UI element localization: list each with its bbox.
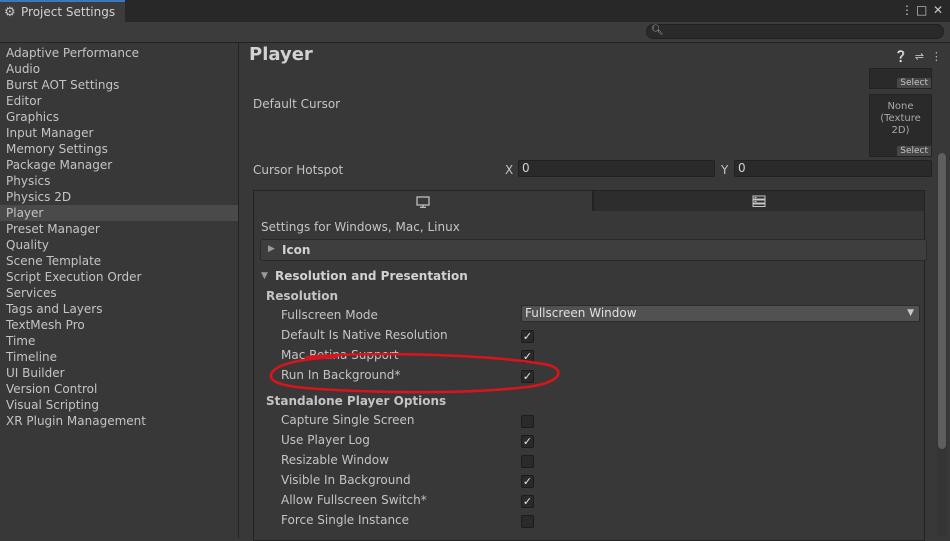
page-title: Player — [249, 44, 313, 65]
hotspot-x-label: X — [505, 163, 514, 177]
search-input[interactable]: 🔍︎ — [646, 24, 944, 39]
checkmark-icon: ✓ — [522, 435, 533, 448]
cursor-hotspot-label: Cursor Hotspot — [253, 163, 344, 177]
chevron-down-icon: ▼ — [907, 308, 914, 318]
tab-standalone[interactable] — [253, 190, 593, 212]
sidebar-item-input-manager[interactable]: Input Manager — [0, 125, 238, 141]
server-icon — [752, 195, 766, 207]
setting-label: Visible In Background — [281, 473, 411, 487]
fullscreen-mode-label: Fullscreen Mode — [281, 308, 378, 322]
sidebar-item-textmesh-pro[interactable]: TextMesh Pro — [0, 317, 238, 333]
desktop-icon — [416, 195, 430, 208]
settings-for-title: Settings for Windows, Mac, Linux — [261, 220, 460, 234]
sidebar-item-tags-and-layers[interactable]: Tags and Layers — [0, 301, 238, 317]
platform-settings-panel: Settings for Windows, Mac, Linux ▶ Icon … — [253, 211, 927, 541]
sidebar-item-timeline[interactable]: Timeline — [0, 349, 238, 365]
sidebar-item-xr-plugin-management[interactable]: XR Plugin Management — [0, 413, 238, 429]
setting-checkbox[interactable] — [521, 415, 534, 428]
checkmark-icon: ✓ — [522, 495, 533, 508]
setting-checkbox[interactable]: ✓ — [521, 350, 534, 363]
setting-checkbox[interactable]: ✓ — [521, 435, 534, 448]
sidebar-item-physics-2d[interactable]: Physics 2D — [0, 189, 238, 205]
scrollbar-thumb[interactable] — [938, 153, 946, 449]
setting-checkbox[interactable]: ✓ — [521, 495, 534, 508]
sidebar-item-memory-settings[interactable]: Memory Settings — [0, 141, 238, 157]
sidebar-item-scene-template[interactable]: Scene Template — [0, 253, 238, 269]
sidebar-item-visual-scripting[interactable]: Visual Scripting — [0, 397, 238, 413]
setting-checkbox[interactable] — [521, 515, 534, 528]
foldout-collapsed-icon: ▶ — [268, 244, 275, 254]
sidebar-item-services[interactable]: Services — [0, 285, 238, 301]
setting-label: Default Is Native Resolution — [281, 328, 448, 342]
setting-checkbox[interactable] — [521, 455, 534, 468]
icon-foldout[interactable]: ▶ Icon — [260, 239, 927, 261]
sidebar-item-quality[interactable]: Quality — [0, 237, 238, 253]
texture-thumbnail[interactable]: Select — [869, 68, 932, 89]
help-icon[interactable]: ❔ — [894, 50, 908, 63]
inspector-main: Player ❔ ⇌ ⋮ Select Default Cursor None(… — [239, 43, 950, 541]
setting-label: Capture Single Screen — [281, 413, 415, 427]
setting-label: Force Single Instance — [281, 513, 410, 527]
more-menu-icon[interactable]: ⋮ — [901, 3, 913, 17]
window-tabbar: ⚙ Project Settings ⋮ □ ✕ — [0, 0, 950, 23]
res-foldout-label: Resolution and Presentation — [275, 269, 468, 283]
sidebar-item-adaptive-performance[interactable]: Adaptive Performance — [0, 45, 238, 61]
sidebar-item-editor[interactable]: Editor — [0, 93, 238, 109]
tab-title: Project Settings — [21, 5, 116, 19]
cursor-texture-field[interactable]: None (Texture 2D) Select — [869, 94, 932, 157]
checkmark-icon: ✓ — [522, 370, 533, 383]
vertical-scrollbar[interactable] — [937, 153, 947, 536]
setting-label: Allow Fullscreen Switch* — [281, 493, 427, 507]
tab-dedicated-server[interactable] — [593, 190, 925, 212]
setting-label: Use Player Log — [281, 433, 370, 447]
search-icon: 🔍︎ — [651, 25, 664, 36]
gear-icon: ⚙ — [4, 4, 16, 20]
maximize-icon[interactable]: □ — [916, 3, 927, 17]
cursor-select-button[interactable]: Select — [897, 146, 931, 156]
hotspot-y-field[interactable]: 0 — [734, 160, 932, 177]
default-cursor-label: Default Cursor — [253, 97, 341, 111]
setting-checkbox[interactable]: ✓ — [521, 370, 534, 383]
sidebar-item-version-control[interactable]: Version Control — [0, 381, 238, 397]
cursor-texture-type: (Texture 2D) — [880, 113, 921, 136]
sidebar-item-burst-aot-settings[interactable]: Burst AOT Settings — [0, 77, 238, 93]
setting-label: Mac Retina Support — [281, 348, 399, 362]
select-button[interactable]: Select — [897, 78, 931, 88]
setting-checkbox[interactable]: ✓ — [521, 475, 534, 488]
settings-sidebar: Adaptive Performance Audio Burst AOT Setti… — [0, 43, 239, 538]
sidebar-item-time[interactable]: Time — [0, 333, 238, 349]
fullscreen-mode-value: Fullscreen Window — [525, 306, 637, 320]
sidebar-item-player[interactable]: Player — [0, 205, 238, 221]
sidebar-item-script-execution-order[interactable]: Script Execution Order — [0, 269, 238, 285]
setting-label: Resizable Window — [281, 453, 389, 467]
sidebar-item-preset-manager[interactable]: Preset Manager — [0, 221, 238, 237]
checkmark-icon: ✓ — [522, 475, 533, 488]
icon-foldout-label: Icon — [282, 243, 311, 257]
sidebar-item-package-manager[interactable]: Package Manager — [0, 157, 238, 173]
hotspot-y-label: Y — [721, 163, 729, 177]
more-icon[interactable]: ⋮ — [931, 50, 942, 63]
checkmark-icon: ✓ — [522, 350, 533, 363]
fullscreen-mode-dropdown[interactable]: Fullscreen Window ▼ — [521, 305, 920, 322]
sidebar-item-audio[interactable]: Audio — [0, 61, 238, 77]
toolbar: 🔍︎ — [0, 22, 950, 43]
setting-checkbox[interactable]: ✓ — [521, 330, 534, 343]
resolution-header: Resolution — [266, 289, 339, 303]
standalone-header: Standalone Player Options — [266, 394, 447, 408]
checkmark-icon: ✓ — [522, 330, 533, 343]
sidebar-item-physics[interactable]: Physics — [0, 173, 238, 189]
sidebar-item-ui-builder[interactable]: UI Builder — [0, 365, 238, 381]
sidebar-item-graphics[interactable]: Graphics — [0, 109, 238, 125]
close-icon[interactable]: ✕ — [933, 3, 943, 17]
setting-label: Run In Background* — [281, 368, 401, 382]
header-icons: ❔ ⇌ ⋮ — [894, 50, 942, 63]
preset-icon[interactable]: ⇌ — [915, 50, 924, 63]
tab-project-settings[interactable]: ⚙ Project Settings — [0, 0, 125, 22]
hotspot-x-field[interactable]: 0 — [518, 160, 715, 177]
platform-tabs — [253, 190, 925, 212]
cursor-texture-none: None — [887, 101, 914, 112]
foldout-expanded-icon: ▼ — [261, 271, 268, 281]
